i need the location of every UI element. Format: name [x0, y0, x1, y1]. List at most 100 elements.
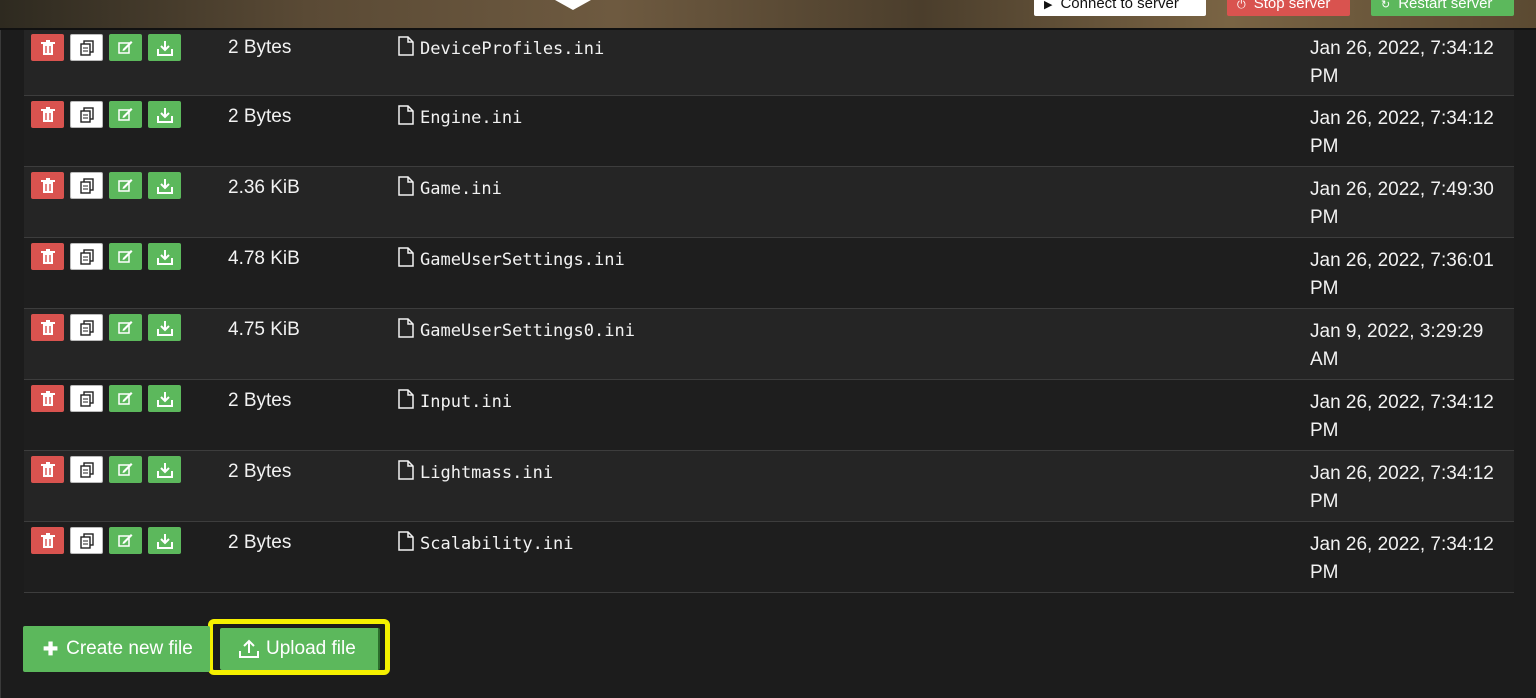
file-modified-date: Jan 9, 2022, 3:29:29 AM — [1310, 321, 1484, 370]
edit-button[interactable] — [109, 385, 142, 412]
download-button[interactable] — [148, 243, 181, 270]
edit-icon — [118, 462, 133, 477]
download-button[interactable] — [148, 101, 181, 128]
edit-icon — [118, 320, 133, 335]
file-name-link[interactable]: Game.ini — [398, 176, 502, 201]
delete-button[interactable] — [31, 527, 64, 554]
row-actions — [31, 101, 181, 128]
delete-button[interactable] — [31, 101, 64, 128]
table-row: 2 Bytes Input.ini Jan 26, 2022, 7:34:12 PM — [24, 380, 1514, 451]
file-table: 2 Bytes DeviceProfiles.ini Jan 26, 2022, 7… — [24, 30, 1514, 593]
download-button[interactable] — [148, 527, 181, 554]
download-icon — [156, 391, 173, 407]
file-size: 2 Bytes — [228, 106, 292, 127]
table-row: 2 Bytes Lightmass.ini Jan 26, 2022, 7:34:1… — [24, 451, 1514, 522]
copy-button[interactable] — [70, 456, 103, 483]
copy-button[interactable] — [70, 243, 103, 270]
copy-button[interactable] — [70, 385, 103, 412]
file-name: Scalability.ini — [420, 533, 574, 554]
edit-icon — [118, 533, 133, 548]
download-button[interactable] — [148, 172, 181, 199]
upload-file-label: Upload file — [266, 638, 356, 659]
download-icon — [156, 40, 173, 56]
file-name: DeviceProfiles.ini — [420, 38, 605, 59]
file-size: 2.36 KiB — [228, 177, 300, 198]
file-name-link[interactable]: GameUserSettings0.ini — [398, 318, 635, 343]
file-modified-date: Jan 26, 2022, 7:34:12 PM — [1310, 392, 1494, 441]
delete-button[interactable] — [31, 34, 64, 61]
edit-button[interactable] — [109, 527, 142, 554]
file-icon — [398, 389, 414, 414]
download-icon — [156, 462, 173, 478]
file-name: Input.ini — [420, 391, 513, 412]
download-button[interactable] — [148, 34, 181, 61]
file-name-link[interactable]: DeviceProfiles.ini — [398, 36, 604, 61]
play-icon: ▶ — [1044, 0, 1053, 11]
file-icon — [398, 460, 414, 485]
plus-icon: ✚ — [43, 638, 59, 659]
download-icon — [156, 533, 173, 549]
file-name-link[interactable]: GameUserSettings.ini — [398, 247, 625, 272]
download-icon — [156, 249, 173, 265]
edit-icon — [118, 178, 133, 193]
edit-button[interactable] — [109, 172, 142, 199]
upload-icon — [239, 639, 259, 658]
stop-server-button[interactable]: ⏻ Stop server — [1227, 0, 1350, 16]
copy-icon — [79, 177, 95, 194]
stop-label: Stop server — [1253, 0, 1331, 12]
file-name-link[interactable]: Scalability.ini — [398, 531, 574, 556]
download-button[interactable] — [148, 385, 181, 412]
table-row: 4.75 KiB GameUserSettings0.ini Jan 9, 2022… — [24, 309, 1514, 380]
delete-button[interactable] — [31, 172, 64, 199]
delete-button[interactable] — [31, 314, 64, 341]
edit-icon — [118, 107, 133, 122]
file-name-link[interactable]: Engine.ini — [398, 105, 522, 130]
download-button[interactable] — [148, 314, 181, 341]
upload-file-button[interactable]: Upload file — [220, 628, 380, 670]
file-name: GameUserSettings.ini — [420, 249, 625, 270]
delete-button[interactable] — [31, 456, 64, 483]
row-actions — [31, 314, 181, 341]
restart-icon: ↻ — [1381, 0, 1391, 11]
row-actions — [31, 243, 181, 270]
copy-icon — [79, 390, 95, 407]
row-actions — [31, 172, 181, 199]
trash-icon — [40, 461, 55, 478]
file-icon — [398, 36, 414, 61]
trash-icon — [40, 39, 55, 56]
power-icon: ⏻ — [1237, 0, 1246, 11]
create-new-file-button[interactable]: ✚ Create new file — [23, 626, 210, 672]
copy-button[interactable] — [70, 314, 103, 341]
edit-button[interactable] — [109, 101, 142, 128]
row-actions — [31, 34, 181, 61]
file-size: 2 Bytes — [228, 37, 292, 58]
trash-icon — [40, 106, 55, 123]
file-modified-date: Jan 26, 2022, 7:49:30 PM — [1310, 179, 1494, 228]
copy-icon — [79, 39, 95, 56]
copy-button[interactable] — [70, 101, 103, 128]
restart-server-button[interactable]: ↻ Restart server — [1371, 0, 1514, 16]
copy-icon — [79, 319, 95, 336]
connect-to-server-button[interactable]: ▶ Connect to server — [1034, 0, 1206, 16]
edit-button[interactable] — [109, 456, 142, 483]
file-size: 4.75 KiB — [228, 319, 300, 340]
download-icon — [156, 320, 173, 336]
copy-button[interactable] — [70, 172, 103, 199]
file-name-link[interactable]: Lightmass.ini — [398, 460, 553, 485]
file-modified-date: Jan 26, 2022, 7:34:12 PM — [1310, 108, 1494, 157]
trash-icon — [40, 248, 55, 265]
download-button[interactable] — [148, 456, 181, 483]
trash-icon — [40, 532, 55, 549]
delete-button[interactable] — [31, 385, 64, 412]
copy-button[interactable] — [70, 34, 103, 61]
delete-button[interactable] — [31, 243, 64, 270]
row-actions — [31, 385, 181, 412]
edit-button[interactable] — [109, 34, 142, 61]
table-row: 4.78 KiB GameUserSettings.ini Jan 26, 2022… — [24, 238, 1514, 309]
edit-button[interactable] — [109, 314, 142, 341]
edit-button[interactable] — [109, 243, 142, 270]
file-name-link[interactable]: Input.ini — [398, 389, 512, 414]
dropdown-caret-icon[interactable] — [555, 0, 591, 10]
copy-button[interactable] — [70, 527, 103, 554]
file-size: 4.78 KiB — [228, 248, 300, 269]
